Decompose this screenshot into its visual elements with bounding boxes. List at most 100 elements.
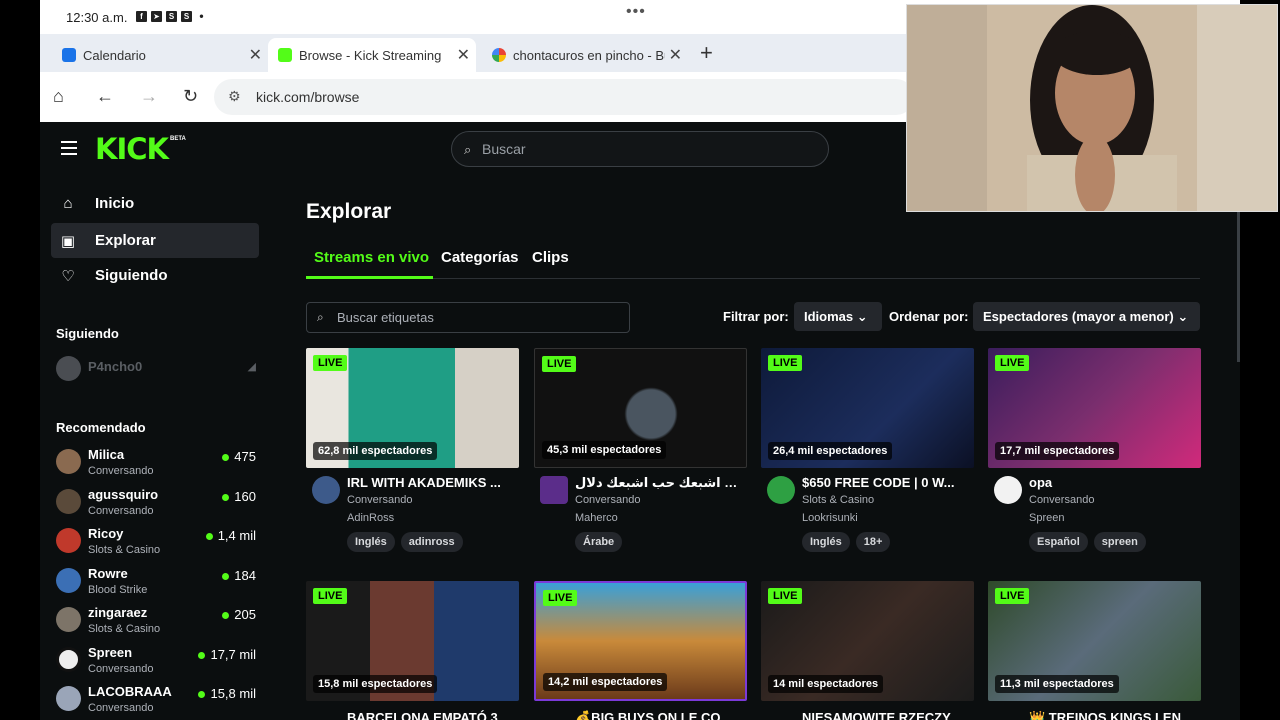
sidebar-item-explorar[interactable]: ▣ Explorar (51, 223, 259, 258)
facebook-icon: f (136, 11, 147, 22)
menu-icon[interactable] (61, 141, 77, 155)
search-input[interactable]: ⌕ Buscar (451, 131, 829, 167)
live-badge: LIVE (995, 588, 1030, 604)
tag-list: Árabe (575, 532, 623, 552)
reload-icon[interactable]: ↻ (183, 86, 198, 107)
tab-label: chontacuros en pincho - Bu (513, 47, 665, 63)
scrollbar[interactable] (1237, 212, 1240, 362)
recommended-item[interactable]: agussquiro Conversando 160 (56, 487, 256, 525)
tag-chip[interactable]: 18+ (855, 532, 891, 552)
tab-clips[interactable]: Clips (532, 249, 569, 266)
site-settings-icon[interactable]: ⚙ (228, 88, 241, 105)
avatar[interactable] (767, 476, 795, 504)
avatar[interactable] (540, 476, 568, 504)
close-icon[interactable]: ✕ (669, 45, 682, 65)
tab-streams-en-vivo[interactable]: Streams en vivo (314, 249, 429, 266)
avatar (56, 647, 81, 672)
stream-title[interactable]: $650 FREE CODE | 0 W... (802, 475, 970, 490)
recommended-item[interactable]: LACOBRAAA Conversando 15,8 mil (56, 684, 256, 720)
stream-title[interactable]: 💰BIG BUYS ON LE CO... (575, 710, 743, 720)
notification-icons: f ➤ S S • (136, 10, 207, 22)
stream-thumbnail[interactable]: LIVE 62,8 mil espectadores (306, 348, 519, 468)
stream-thumbnail[interactable]: LIVE 17,7 mil espectadores (988, 348, 1201, 468)
url-field[interactable]: ⚙ kick.com/browse (214, 79, 914, 115)
stream-thumbnail[interactable]: LIVE 14,2 mil espectadores (534, 581, 747, 701)
tag-chip[interactable]: adinross (400, 532, 463, 552)
tab-categorias[interactable]: Categorías (441, 249, 519, 266)
tag-chip[interactable]: Inglés (347, 532, 395, 552)
tab-label: Calendario (83, 47, 146, 63)
following-item[interactable]: P4ncho0 ◢ (56, 356, 256, 392)
tag-chip[interactable]: spreen (1093, 532, 1146, 552)
streamer-name[interactable]: Spreen (1029, 512, 1064, 524)
stream-category[interactable]: Conversando (1029, 494, 1094, 506)
avatar (56, 607, 81, 632)
sidebar-item-siguiendo[interactable]: ♡ Siguiendo (51, 258, 259, 293)
stream-category[interactable]: Slots & Casino (802, 494, 874, 506)
language-filter-dropdown[interactable]: Idiomas ⌄ (794, 302, 882, 331)
stream-category[interactable]: Conversando (575, 494, 640, 506)
viewer-badge: 17,7 mil espectadores (995, 442, 1120, 460)
recommended-heading: Recomendado (56, 420, 146, 435)
tab-google[interactable]: chontacuros en pincho - Bu ✕ (480, 38, 688, 72)
avatar[interactable] (994, 476, 1022, 504)
live-badge: LIVE (768, 588, 803, 604)
channel-name: Spreen (88, 645, 133, 660)
sidebar-item-label: Explorar (95, 232, 156, 249)
back-icon[interactable]: ← (96, 86, 114, 107)
search-icon: ⌕ (464, 142, 472, 157)
stream-thumbnail[interactable]: LIVE 14 mil espectadores (761, 581, 974, 701)
tab-kick[interactable]: Browse - Kick Streaming ✕ (268, 38, 476, 72)
streamer-name[interactable]: Lookrisunki (802, 512, 858, 524)
stream-title[interactable]: تعال اشبعك حب اشبعك دلال (575, 475, 743, 491)
sort-dropdown[interactable]: Espectadores (mayor a menor) ⌄ (973, 302, 1200, 331)
webcam-overlay (906, 4, 1278, 212)
s-icon: S (166, 11, 177, 22)
stream-thumbnail[interactable]: LIVE 11,3 mil espectadores (988, 581, 1201, 701)
viewer-count: 160 (222, 489, 256, 504)
streamer-name[interactable]: Maherco (575, 512, 618, 524)
close-icon[interactable]: ✕ (457, 45, 470, 65)
viewer-badge: 14 mil espectadores (768, 675, 884, 693)
beta-badge: BETA (170, 136, 186, 142)
tag-list: Inglés 18+ (802, 532, 891, 552)
channel-name: LACOBRAAA (88, 684, 172, 699)
stream-thumbnail[interactable]: LIVE 45,3 mil espectadores (534, 348, 747, 468)
viewer-count: 15,8 mil (198, 686, 256, 701)
recommended-item[interactable]: Ricoy Slots & Casino 1,4 mil (56, 526, 256, 564)
tag-search-input[interactable]: ⌕ Buscar etiquetas (306, 302, 630, 333)
stream-title[interactable]: NIESAMOWITE RZECZY... (802, 710, 970, 720)
recommended-item[interactable]: zingaraez Slots & Casino 205 (56, 605, 256, 643)
close-icon[interactable]: ✕ (249, 45, 262, 65)
recommended-item[interactable]: Spreen Conversando 17,7 mil (56, 645, 256, 683)
stream-thumbnail[interactable]: LIVE 15,8 mil espectadores (306, 581, 519, 701)
home-icon[interactable]: ⌂ (53, 86, 64, 107)
viewer-count: 475 (222, 449, 256, 464)
new-tab-button[interactable]: + (700, 40, 713, 66)
stream-title[interactable]: 👑 TREINOS KINGS LEN... (1029, 710, 1197, 720)
window-menu-icon[interactable]: ••• (626, 3, 646, 21)
tag-chip[interactable]: Árabe (575, 532, 623, 552)
stream-title[interactable]: IRL WITH AKADEMIKS ... (347, 475, 515, 490)
kick-logo[interactable]: KICK (95, 132, 169, 166)
viewer-count-value: 184 (234, 568, 256, 583)
stream-title[interactable]: BARCELONA EMPATÓ 3... (347, 710, 515, 720)
tag-chip[interactable]: Español (1029, 532, 1088, 552)
forward-icon[interactable]: → (140, 86, 158, 107)
viewer-count-value: 15,8 mil (210, 686, 256, 701)
tag-chip[interactable]: Inglés (802, 532, 850, 552)
tab-calendario[interactable]: Calendario ✕ (40, 38, 268, 72)
channel-category: Conversando (88, 663, 154, 675)
recommended-item[interactable]: Milica Conversando 475 (56, 447, 256, 485)
stream-category[interactable]: Conversando (347, 494, 412, 506)
stream-thumbnail[interactable]: LIVE 26,4 mil espectadores (761, 348, 974, 468)
stream-title[interactable]: opa (1029, 475, 1197, 490)
sidebar-item-inicio[interactable]: ⌂ Inicio (51, 186, 259, 221)
following-heading: Siguiendo (56, 326, 119, 341)
avatar[interactable] (312, 476, 340, 504)
sidebar-item-label: Siguiendo (95, 267, 168, 284)
streamer-name[interactable]: AdinRoss (347, 512, 394, 524)
avatar (56, 686, 81, 711)
offline-icon: ◢ (247, 361, 256, 373)
recommended-item[interactable]: Rowre Blood Strike 184 (56, 566, 256, 604)
